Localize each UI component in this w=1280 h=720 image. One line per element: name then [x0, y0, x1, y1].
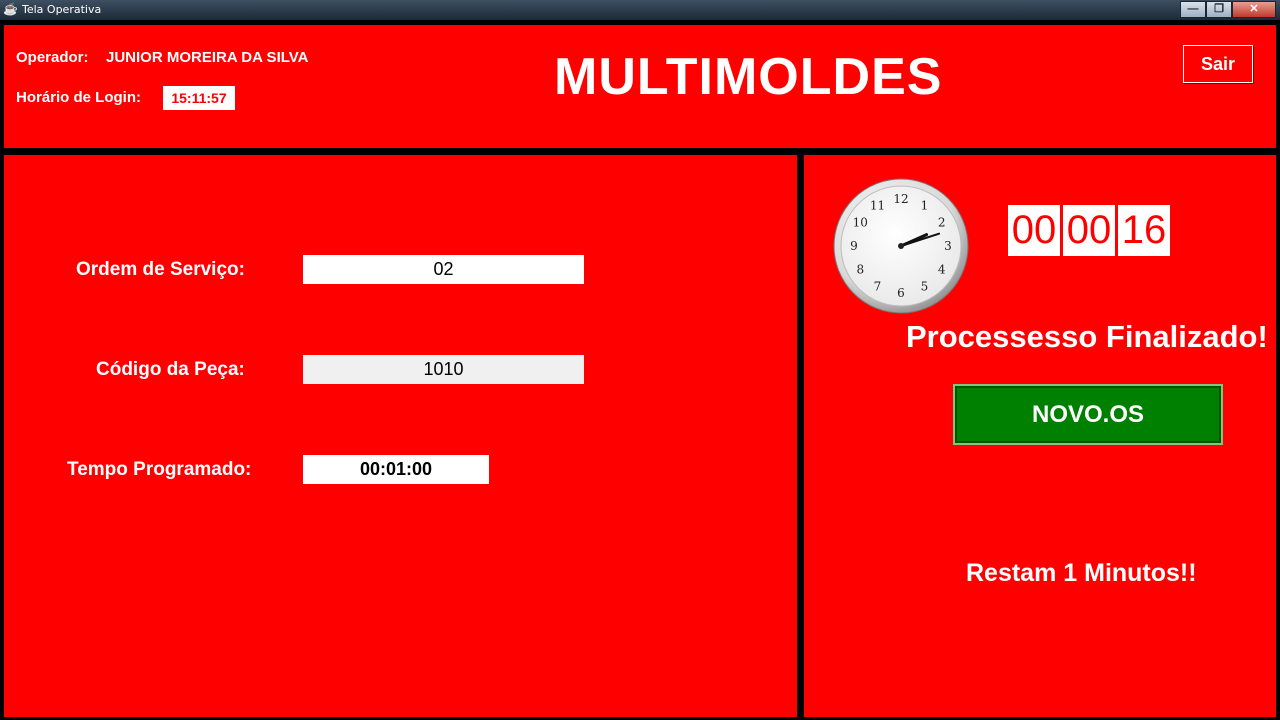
clock-number: 9 — [850, 239, 858, 253]
timer-minutes: 00 — [1063, 205, 1115, 256]
clock-number: 4 — [938, 263, 946, 277]
form-panel: Ordem de Serviço: 02 Código da Peça: 101… — [4, 155, 797, 717]
analog-clock-icon: 12 12 3 45 6 78 9 1011 — [833, 178, 969, 314]
operator-label: Operador: — [16, 49, 89, 66]
service-order-field[interactable]: 02 — [303, 255, 584, 284]
clock-number: 3 — [944, 239, 952, 253]
window-titlebar: ☕ Tela Operativa — ❐ ✕ — [0, 0, 1280, 20]
programmed-time-field[interactable]: 00:01:00 — [303, 455, 489, 484]
timer-hours: 00 — [1008, 205, 1060, 256]
login-time: 15:11:57 — [163, 86, 235, 110]
exit-button[interactable]: Sair — [1183, 45, 1253, 83]
part-code-label: Código da Peça: — [96, 359, 245, 380]
programmed-time-label: Tempo Programado: — [67, 459, 252, 480]
clock-number: 8 — [856, 263, 864, 277]
clock-number: 11 — [870, 198, 885, 212]
java-app-icon: ☕ — [3, 2, 18, 16]
timer-seconds: 16 — [1118, 205, 1170, 256]
minimize-button[interactable]: — — [1180, 1, 1206, 18]
status-message: Processesso Finalizado! — [906, 319, 1268, 354]
clock-number: 12 — [893, 192, 908, 206]
remaining-message: Restam 1 Minutos!! — [966, 559, 1197, 587]
operator-name: JUNIOR MOREIRA DA SILVA — [106, 49, 309, 66]
clock-number: 1 — [921, 198, 929, 212]
close-button[interactable]: ✕ — [1232, 1, 1276, 18]
clock-number: 5 — [921, 280, 929, 294]
login-label: Horário de Login: — [16, 89, 141, 106]
clock-number: 7 — [874, 280, 882, 294]
maximize-button[interactable]: ❐ — [1206, 1, 1232, 18]
window-controls: — ❐ ✕ — [1180, 1, 1276, 18]
clock-number: 10 — [853, 216, 868, 230]
window-title: Tela Operativa — [22, 3, 102, 16]
header-panel: Operador: JUNIOR MOREIRA DA SILVA Horári… — [4, 25, 1276, 148]
service-order-label: Ordem de Serviço: — [76, 259, 245, 280]
clock-number: 6 — [897, 286, 905, 300]
new-os-button[interactable]: NOVO.OS — [953, 384, 1223, 445]
clock-number: 2 — [938, 216, 946, 230]
timer-panel: 12 1 2 3 4 5 6 7 8 9 10 11 00 00 16 Processesso Fin… — [804, 155, 1276, 717]
brand-title: MULTIMOLDES — [554, 48, 943, 106]
part-code-field: 1010 — [303, 355, 584, 384]
